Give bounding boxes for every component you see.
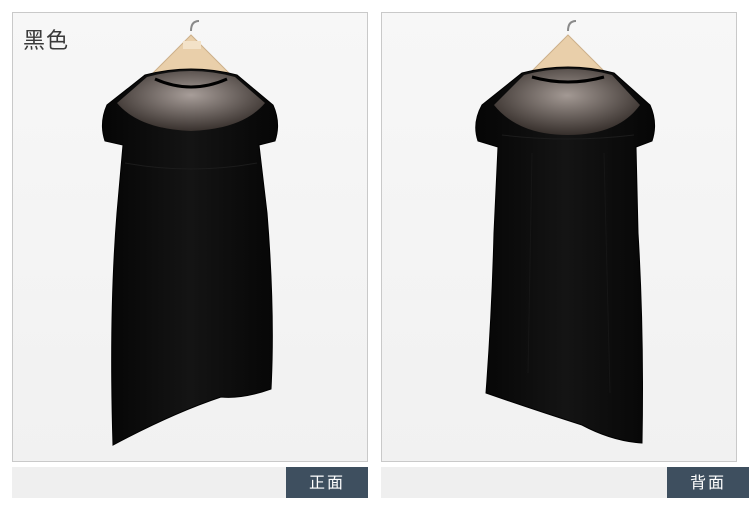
back-view-tag: 背面 xyxy=(667,467,749,498)
front-view-tag: 正面 xyxy=(286,467,368,498)
front-caption-bar: 正面 xyxy=(12,467,368,498)
hanger-icon xyxy=(151,20,231,74)
back-dress-photo xyxy=(475,20,656,444)
back-caption-bar: 背面 xyxy=(381,467,749,498)
color-label: 黑色 xyxy=(23,29,70,54)
front-dress-photo xyxy=(101,20,279,446)
front-view-panel: 黑色 xyxy=(12,12,368,462)
back-view-panel xyxy=(381,12,737,462)
